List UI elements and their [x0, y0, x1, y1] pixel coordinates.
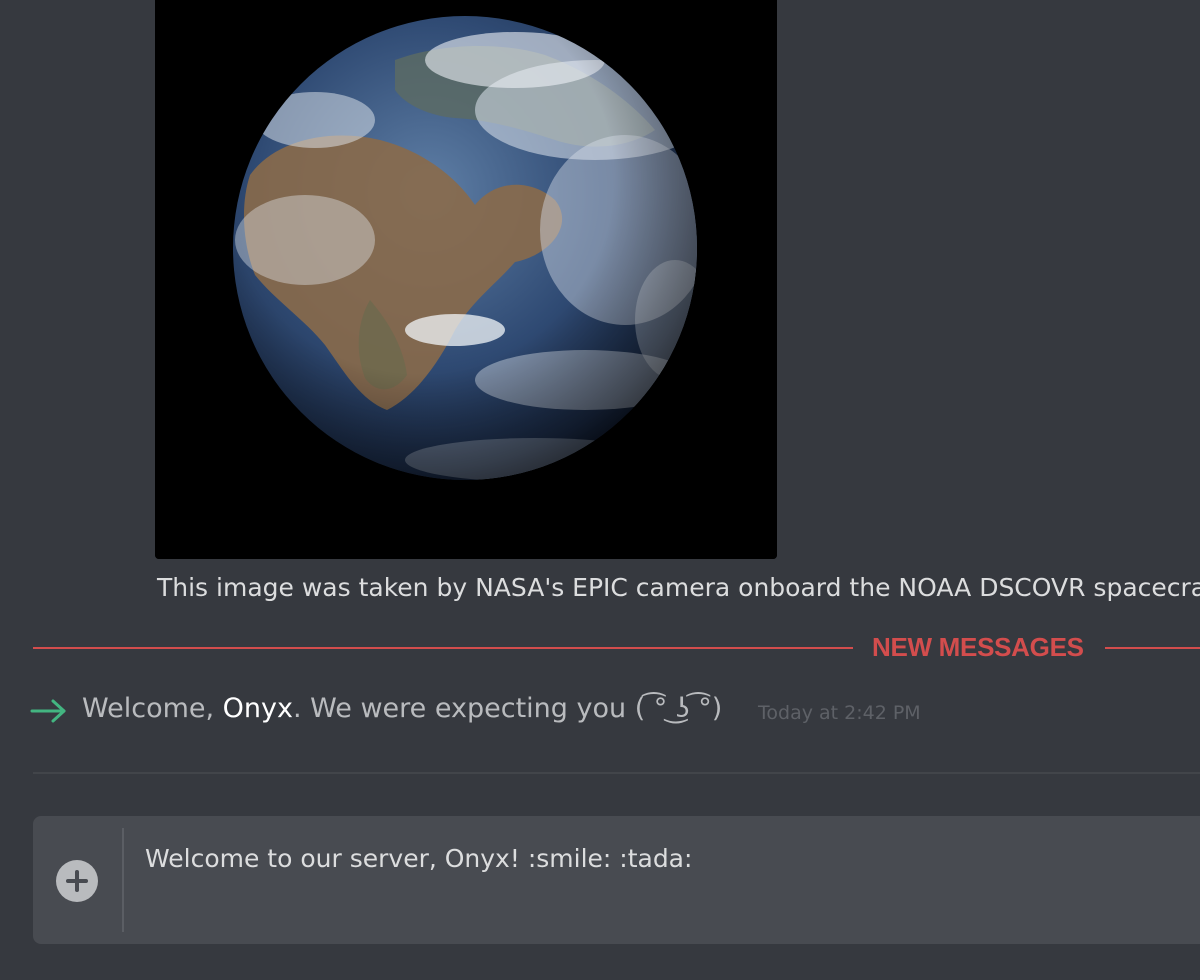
message-input[interactable]: Welcome to our server, Onyx! :smile: :ta… — [145, 844, 1185, 873]
new-messages-divider-line — [33, 647, 853, 649]
arrow-right-icon — [30, 699, 66, 723]
message-composer: Welcome to our server, Onyx! :smile: :ta… — [33, 816, 1200, 944]
plus-circle-icon[interactable] — [56, 860, 98, 902]
image-attachment[interactable] — [155, 0, 777, 559]
welcome-prefix: Welcome, — [82, 693, 223, 724]
chat-messages: This image was taken by NASA's EPIC came… — [0, 0, 1200, 980]
username-link[interactable]: Onyx — [223, 693, 293, 724]
composer-divider — [122, 828, 124, 932]
chat-separator — [33, 772, 1200, 774]
welcome-suffix: . We were expecting you ( ͡° ͜ʖ ͡°) — [293, 693, 723, 724]
welcome-system-message: Welcome, Onyx. We were expecting you ( ͡… — [82, 693, 722, 724]
new-messages-label: NEW MESSAGES — [872, 632, 1084, 662]
new-messages-divider-line — [1105, 647, 1200, 649]
earth-photo — [155, 0, 777, 559]
image-caption: This image was taken by NASA's EPIC came… — [157, 573, 1200, 602]
message-timestamp[interactable]: Today at 2:42 PM — [758, 702, 921, 724]
